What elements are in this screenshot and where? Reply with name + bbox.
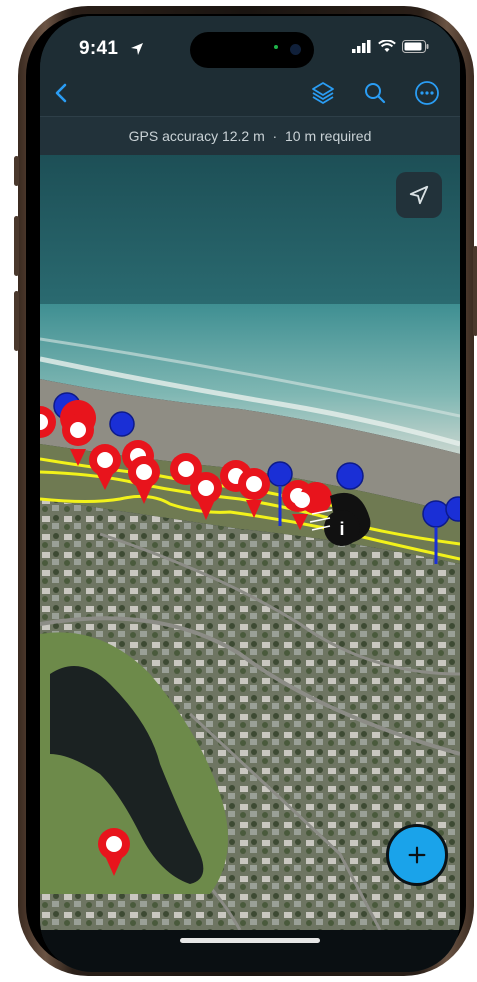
gps-accuracy-banner: GPS accuracy 12.2 m · 10 m required <box>40 116 460 155</box>
satellite-imagery: i <box>40 154 460 930</box>
layers-icon <box>312 82 334 104</box>
home-indicator[interactable] <box>180 938 320 943</box>
svg-text:i: i <box>339 519 344 539</box>
chevron-left-icon <box>55 83 67 103</box>
cellular-signal-icon <box>352 40 371 53</box>
mute-switch <box>14 156 19 186</box>
wifi-icon <box>378 40 396 52</box>
location-services-icon <box>131 43 143 55</box>
ellipsis-circle-icon <box>415 81 439 105</box>
dynamic-island <box>190 32 314 68</box>
power-button <box>473 246 477 336</box>
screen: i 9:41 GPS accuracy 12.2 m · 10 m requir… <box>40 16 460 972</box>
navigation-bar <box>40 70 460 116</box>
front-camera <box>290 44 301 55</box>
status-bar: 9:41 <box>40 16 460 70</box>
volume-down-button <box>14 291 19 351</box>
back-button[interactable] <box>46 78 76 108</box>
system-icons <box>352 40 430 53</box>
camera-indicator <box>274 45 278 49</box>
locate-button[interactable] <box>396 172 442 218</box>
clock: 9:41 <box>79 38 119 59</box>
gps-accuracy-text: GPS accuracy 12.2 m · 10 m required <box>128 128 372 144</box>
layers-button[interactable] <box>308 78 338 108</box>
volume-up-button <box>14 216 19 276</box>
location-arrow-icon <box>409 185 429 205</box>
battery-icon <box>402 40 429 53</box>
map-view[interactable]: i <box>40 154 460 930</box>
add-feature-button[interactable] <box>386 824 448 886</box>
bottom-safe-area <box>40 930 460 972</box>
plus-icon <box>408 846 426 864</box>
more-button[interactable] <box>412 78 442 108</box>
search-icon <box>365 83 386 104</box>
search-button[interactable] <box>360 78 390 108</box>
